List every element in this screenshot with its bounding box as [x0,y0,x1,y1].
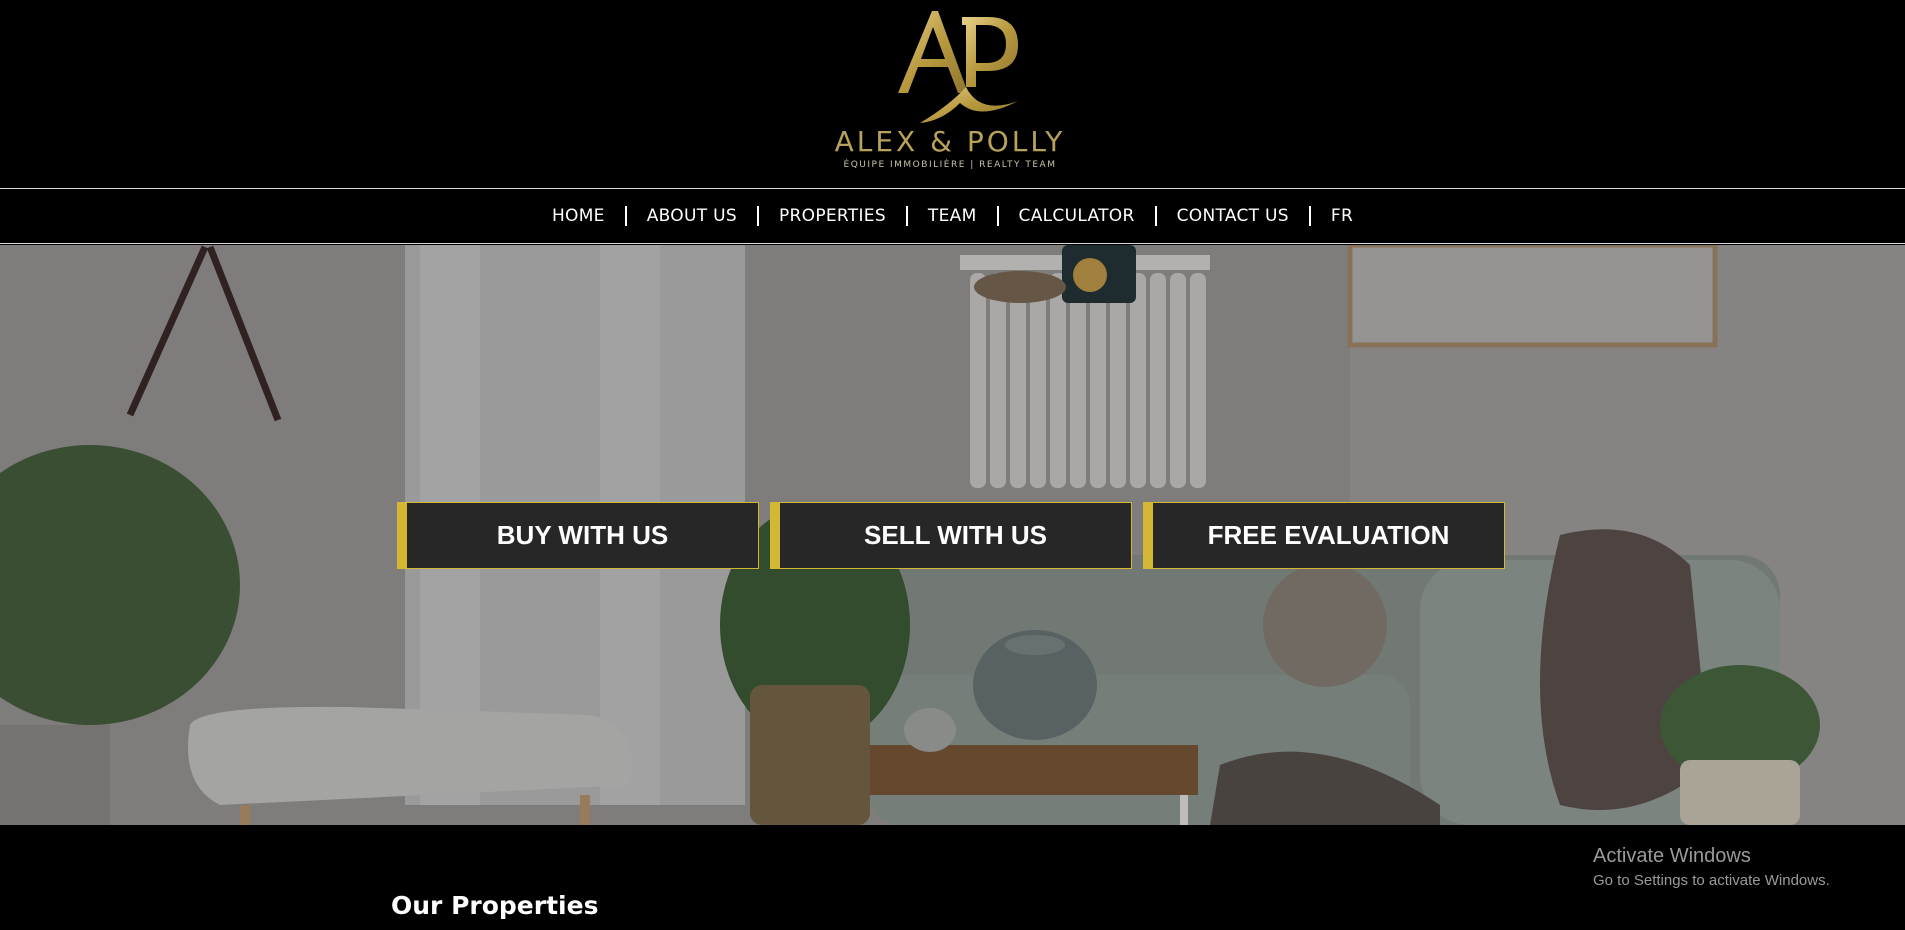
main-nav: HOME ABOUT US PROPERTIES TEAM CALCULATOR… [0,188,1905,244]
nav-home[interactable]: HOME [532,206,625,226]
nav-team[interactable]: TEAM [908,206,997,226]
properties-section: Our Properties Activate Windows Go to Se… [0,825,1905,930]
section-title: Our Properties [391,891,599,920]
hero-cta-group: BUY WITH US SELL WITH US FREE EVALUATION [397,502,1507,569]
nav-language-fr[interactable]: FR [1311,206,1373,226]
nav-contact-us[interactable]: CONTACT US [1157,206,1309,226]
brand-name: ALEX & POLLY [834,125,1066,158]
ap-monogram-logo [898,11,1018,123]
buy-with-us-button[interactable]: BUY WITH US [397,502,759,569]
activation-title: Activate Windows [1593,845,1751,867]
windows-activation-watermark: Activate Windows Go to Settings to activ… [1593,845,1830,889]
nav-about-us[interactable]: ABOUT US [627,206,757,226]
nav-calculator[interactable]: CALCULATOR [999,206,1155,226]
site-header: ALEX & POLLY ÉQUIPE IMMOBILIÈRE | REALTY… [0,0,1905,188]
brand-logo[interactable]: ALEX & POLLY ÉQUIPE IMMOBILIÈRE | REALTY… [830,5,1070,170]
hero-banner: BUY WITH US SELL WITH US FREE EVALUATION [0,245,1905,825]
sell-with-us-button[interactable]: SELL WITH US [770,502,1132,569]
nav-properties[interactable]: PROPERTIES [759,206,906,226]
brand-tagline: ÉQUIPE IMMOBILIÈRE | REALTY TEAM [843,160,1057,170]
free-evaluation-button[interactable]: FREE EVALUATION [1143,502,1505,569]
activation-subtitle[interactable]: Go to Settings to activate Windows. [1593,872,1830,889]
